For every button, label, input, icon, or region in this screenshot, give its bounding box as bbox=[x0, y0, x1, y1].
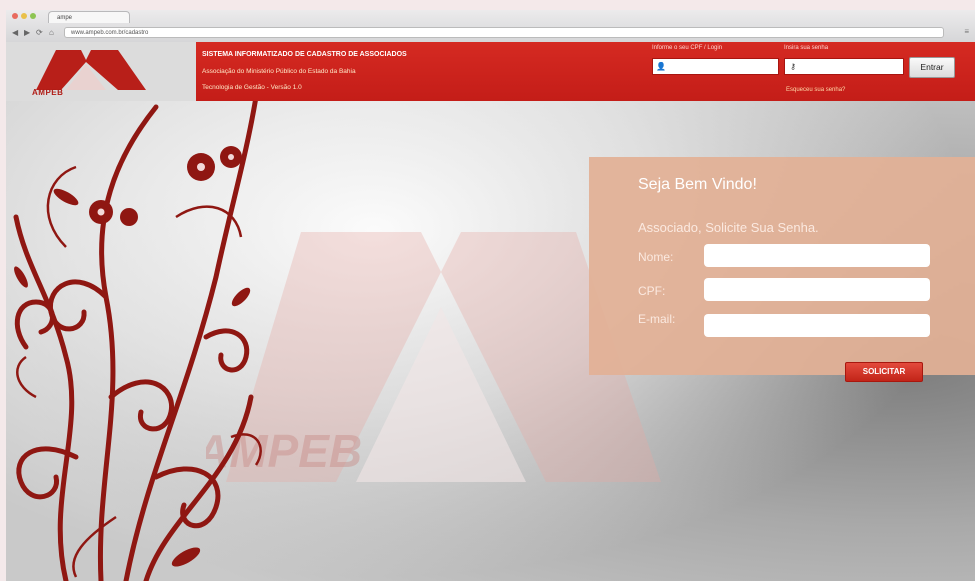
system-title: SISTEMA INFORMATIZADO DE CADASTRO DE ASS… bbox=[202, 51, 407, 58]
minimize-window-icon[interactable] bbox=[21, 13, 27, 19]
form-subtitle: Associado, Solicite Sua Senha. bbox=[638, 220, 819, 235]
cpf-login-label: Informe o seu CPF / Login bbox=[652, 45, 723, 51]
password-request-panel: Seja Bem Vindo! Associado, Solicite Sua … bbox=[589, 157, 975, 375]
site-header: AMPEB SISTEMA INFORMATIZADO DE CADASTRO … bbox=[6, 42, 975, 101]
tab-row: ampe bbox=[6, 10, 975, 24]
browser-menu-icon[interactable]: ≡ bbox=[964, 27, 969, 36]
forward-icon[interactable]: ▶ bbox=[24, 28, 30, 38]
maximize-window-icon[interactable] bbox=[30, 13, 36, 19]
cpf-login-input[interactable]: 👤 bbox=[652, 58, 779, 75]
window-controls bbox=[12, 13, 36, 19]
key-icon: ⚷ bbox=[790, 62, 796, 71]
home-icon[interactable]: ⌂ bbox=[49, 28, 54, 38]
system-version: Tecnologia de Gestão - Versão 1.0 bbox=[202, 84, 302, 91]
password-label: Insira sua senha bbox=[784, 45, 829, 51]
back-icon[interactable]: ◀ bbox=[12, 28, 18, 38]
close-window-icon[interactable] bbox=[12, 13, 18, 19]
cpf-label: CPF: bbox=[638, 284, 666, 298]
name-label: Nome: bbox=[638, 250, 674, 264]
welcome-title: Seja Bem Vindo! bbox=[638, 176, 757, 193]
email-label: E-mail: bbox=[638, 312, 676, 326]
floral-decoration bbox=[13, 97, 262, 581]
password-input[interactable]: ⚷ bbox=[784, 58, 904, 75]
reload-icon[interactable]: ⟳ bbox=[36, 28, 43, 38]
forgot-password-link[interactable]: Esqueceu sua senha? bbox=[786, 87, 845, 93]
browser-chrome: ampe ◀ ▶ ⟳ ⌂ www.ampeb.com.br/cadastro ≡ bbox=[6, 10, 975, 43]
nav-row: ◀ ▶ ⟳ ⌂ www.ampeb.com.br/cadastro ≡ bbox=[6, 25, 975, 41]
address-bar[interactable]: www.ampeb.com.br/cadastro bbox=[64, 27, 944, 38]
browser-tab[interactable]: ampe bbox=[48, 11, 130, 23]
request-button[interactable]: SOLICITAR bbox=[845, 362, 923, 382]
page: AMPEB AMPEB SISTEMA INFORMATIZADO DE CAD… bbox=[6, 42, 975, 581]
login-button[interactable]: Entrar bbox=[909, 57, 955, 78]
organization-name: Associação do Ministério Público do Esta… bbox=[202, 68, 356, 75]
name-field[interactable] bbox=[704, 244, 930, 267]
user-icon: 👤 bbox=[656, 62, 666, 71]
logo[interactable]: AMPEB bbox=[6, 42, 196, 101]
logo-text: AMPEB bbox=[32, 88, 64, 97]
email-field[interactable] bbox=[704, 314, 930, 337]
cpf-field[interactable] bbox=[704, 278, 930, 301]
